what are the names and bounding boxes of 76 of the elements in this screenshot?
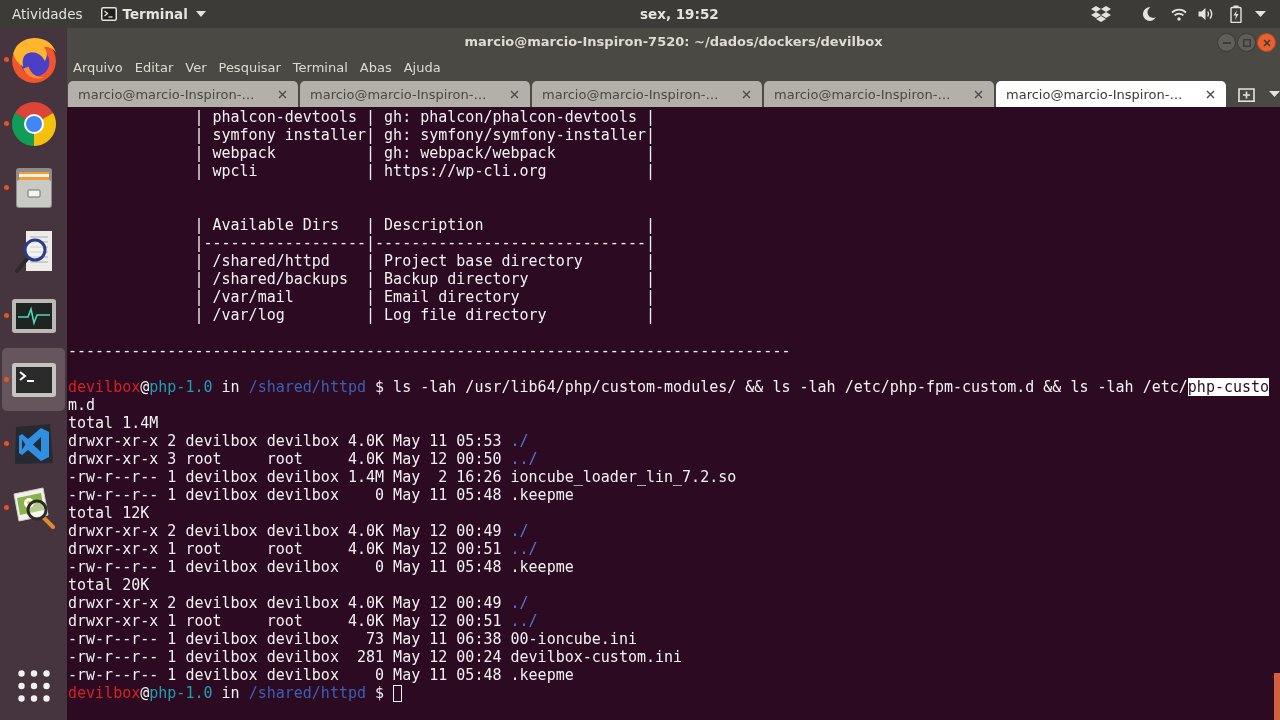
magnifier-document-icon bbox=[14, 229, 53, 274]
terminal-line: -rw-r--r-- 1 devilbox devilbox 0 May 11 05:48 .keepme bbox=[68, 666, 574, 684]
terminal-line: -rw-r--r-- 1 devilbox devilbox 281 May 12 00:24 devilbox-custom.ini bbox=[68, 648, 683, 666]
terminal-line: | /var/log | Log file directory | bbox=[194, 306, 655, 324]
plus-box-icon[interactable] bbox=[1238, 86, 1255, 102]
terminal-line: -------------------------------------------------------------------------------- bbox=[68, 342, 791, 360]
menu-item[interactable]: Arquivo bbox=[67, 57, 129, 78]
terminal-line: drwxr-xr-x 1 root root 4.0K May 12 00:51 ../ bbox=[68, 612, 538, 630]
close-icon[interactable] bbox=[278, 89, 287, 99]
window-title: marcio@marcio-Inspiron-7520: ~/dados/dockers/devilbox bbox=[464, 34, 883, 49]
clock[interactable]: sex, 19:52 bbox=[640, 6, 719, 22]
close-button[interactable] bbox=[1257, 33, 1276, 52]
app-menu-button[interactable]: Terminal bbox=[100, 0, 206, 28]
terminal-line: m.d bbox=[68, 396, 96, 414]
terminal-tab[interactable]: marcio@marcio-Inspiron-… bbox=[996, 81, 1226, 107]
terminal-line: devilbox@php-1.0 in /shared/httpd $ ls -lah /usr/lib64/php/custom-modules/ && ls -lah /etc/php-fpm-custom.d && ls -lah /etc/php-custo bbox=[68, 378, 1270, 396]
close-icon[interactable] bbox=[742, 89, 751, 99]
terminal-line: | wpcli | https://wp-cli.org | bbox=[194, 162, 655, 180]
terminal-line: | webpack | gh: webpack/webpack | bbox=[194, 144, 655, 162]
close-icon[interactable] bbox=[510, 89, 519, 99]
terminal-line: drwxr-xr-x 2 devilbox devilbox 4.0K May 12 00:49 ./ bbox=[68, 522, 529, 540]
terminal-line: total 1.4M bbox=[68, 414, 159, 432]
fox-globe-icon bbox=[10, 36, 57, 83]
terminal-line: | Available Dirs | Description | bbox=[194, 216, 655, 234]
terminal-line: devilbox@php-1.0 in /shared/httpd $ bbox=[68, 684, 386, 702]
volume-icon[interactable] bbox=[1198, 7, 1214, 21]
menu-item[interactable]: Ajuda bbox=[397, 57, 447, 78]
maximize-icon bbox=[1242, 38, 1251, 47]
cursor-icon bbox=[393, 684, 403, 702]
close-icon[interactable] bbox=[1206, 89, 1215, 99]
terminal-tab[interactable]: marcio@marcio-Inspiron-… bbox=[532, 81, 762, 107]
wifi-icon[interactable] bbox=[1171, 7, 1187, 21]
minimize-icon bbox=[1222, 41, 1231, 44]
terminal-line: |------------------|------------------------------| bbox=[194, 234, 655, 252]
terminal-line: drwxr-xr-x 2 devilbox devilbox 4.0K May 12 00:49 ./ bbox=[68, 594, 529, 612]
battery-icon[interactable] bbox=[1230, 5, 1242, 23]
file-cabinet-icon bbox=[14, 166, 53, 209]
tricolor-ring-icon bbox=[11, 101, 56, 146]
menu-item[interactable]: Abas bbox=[353, 57, 398, 78]
close-icon[interactable] bbox=[974, 89, 983, 99]
activities-button[interactable]: Atividades bbox=[0, 0, 93, 28]
terminal-icon bbox=[100, 7, 117, 21]
dock-item[interactable] bbox=[2, 348, 65, 411]
terminal-line: total 20K bbox=[68, 576, 150, 594]
terminal-line: | symfony installer| gh: symfony/symfony-installer| bbox=[194, 126, 655, 144]
scrollbar-thumb[interactable] bbox=[1274, 673, 1280, 720]
photo-magnifier-icon bbox=[12, 486, 55, 529]
caret-icon[interactable] bbox=[1269, 91, 1280, 97]
terminal-line: | /var/mail | Email directory | bbox=[194, 288, 655, 306]
terminal-line: -rw-r--r-- 1 devilbox devilbox 1.4M May 2 16:26 ioncube_loader_lin_7.2.so bbox=[68, 468, 737, 486]
caret-icon bbox=[195, 11, 206, 17]
menu-item[interactable]: Ver bbox=[179, 57, 213, 78]
terminal-line: | phalcon-devtools | gh: phalcon/phalcon-devtools | bbox=[194, 108, 655, 126]
terminal-line: | /shared/httpd | Project base directory | bbox=[194, 252, 655, 270]
terminal-line: drwxr-xr-x 2 devilbox devilbox 4.0K May 11 05:53 ./ bbox=[68, 432, 529, 450]
close-icon bbox=[1262, 38, 1271, 47]
terminal-line: drwxr-xr-x 1 root root 4.0K May 12 00:51 ../ bbox=[68, 540, 538, 558]
terminal-line: | /shared/backups | Backup directory | bbox=[194, 270, 655, 288]
diamond-box-icon[interactable] bbox=[1091, 5, 1111, 23]
menu-item[interactable]: Pesquisar bbox=[212, 57, 287, 78]
pulse-monitor-icon bbox=[11, 298, 56, 333]
terminal-line: -rw-r--r-- 1 devilbox devilbox 73 May 11 06:38 00-ioncube.ini bbox=[68, 630, 637, 648]
terminal-line: drwxr-xr-x 3 root root 4.0K May 12 00:50 ../ bbox=[68, 450, 538, 468]
terminal-line: -rw-r--r-- 1 devilbox devilbox 0 May 11 05:48 .keepme bbox=[68, 486, 574, 504]
menu-item[interactable]: Editar bbox=[128, 57, 180, 78]
menu-item[interactable]: Terminal bbox=[286, 57, 354, 78]
terminal-line: total 12K bbox=[68, 504, 150, 522]
terminal-tab[interactable]: marcio@marcio-Inspiron-… bbox=[764, 81, 994, 107]
moon-icon[interactable] bbox=[1143, 7, 1156, 21]
angled-ribbon-icon bbox=[13, 422, 54, 465]
terminal-tab[interactable]: marcio@marcio-Inspiron-… bbox=[300, 81, 530, 107]
terminal-tab[interactable]: marcio@marcio-Inspiron-… bbox=[68, 81, 298, 107]
terminal-icon bbox=[11, 362, 56, 397]
app-grid-icon[interactable] bbox=[17, 670, 50, 702]
terminal-line: -rw-r--r-- 1 devilbox devilbox 0 May 11 05:48 .keepme bbox=[68, 558, 574, 576]
caret-icon[interactable] bbox=[1255, 11, 1266, 17]
